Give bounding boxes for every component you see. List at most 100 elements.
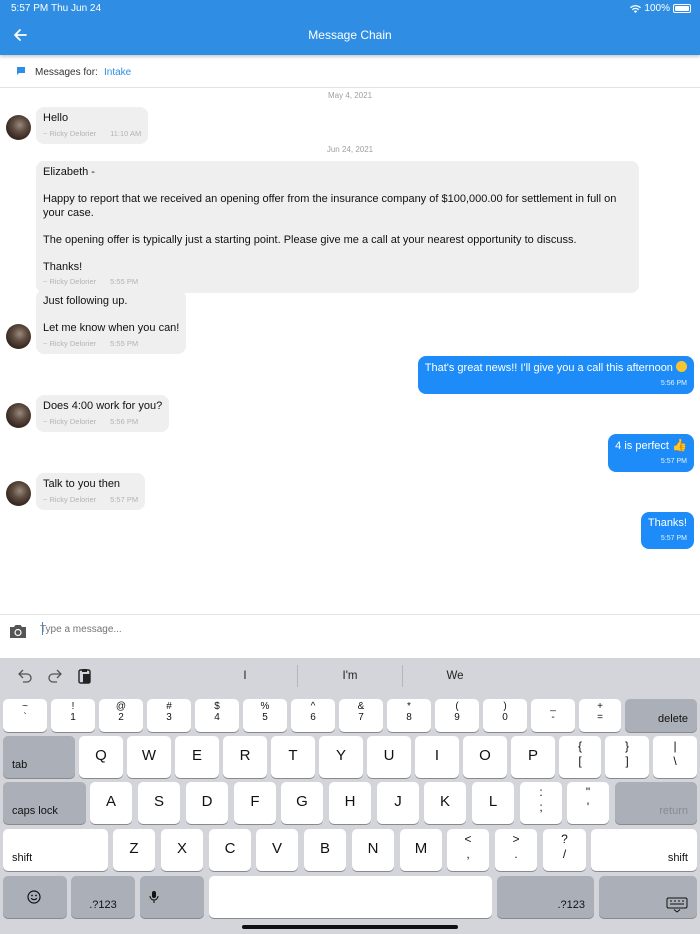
key-label: U [383, 747, 395, 764]
thumbs-up-emoji-icon: 👍 [672, 438, 687, 452]
key-top: ^ [310, 701, 316, 712]
message-text: 4 is perfect [615, 440, 669, 452]
key-u[interactable]: U [367, 736, 411, 778]
key-bracket-left[interactable]: {[ [559, 736, 601, 778]
key-top: ~ [22, 701, 28, 712]
key-bottom: 4 [214, 712, 220, 723]
key-label: Q [95, 747, 107, 764]
key-2[interactable]: @2 [99, 699, 143, 732]
message-composer [0, 614, 700, 658]
suggestion[interactable]: I'm [300, 670, 400, 682]
key-quote[interactable]: " ' [567, 782, 609, 824]
key-backslash[interactable]: | \ [653, 736, 697, 778]
key-tilde[interactable]: ~ ` [3, 699, 47, 732]
key-7[interactable]: & 7 [339, 699, 383, 732]
messages-for-value[interactable]: Intake [104, 67, 131, 78]
key-h[interactable]: H [329, 782, 371, 824]
message-time: 5:57 PM [660, 457, 687, 465]
shift-key-right[interactable]: shift [591, 829, 697, 871]
message-text: Talk to you then [43, 478, 121, 490]
key-o[interactable]: O [463, 736, 507, 778]
key-top: % [260, 701, 270, 712]
key-q[interactable]: Q [79, 736, 123, 778]
key-z[interactable]: Z [113, 829, 155, 871]
key-top: " [585, 785, 591, 799]
key-top: { [577, 739, 582, 753]
shift-key-left[interactable]: shift [3, 829, 108, 871]
key-f[interactable]: F [234, 782, 276, 824]
key-b[interactable]: B [304, 829, 346, 871]
page-title: Message Chain [308, 28, 392, 42]
key-v[interactable]: V [256, 829, 298, 871]
key-t[interactable]: T [271, 736, 315, 778]
key-d[interactable]: D [186, 782, 228, 824]
caps-lock-key[interactable]: caps lock [3, 782, 86, 824]
key-top: } [624, 739, 629, 753]
home-indicator [242, 925, 458, 929]
keyboard-dismiss-icon [666, 897, 688, 913]
space-key[interactable] [209, 876, 492, 918]
key-label: tab [12, 759, 28, 771]
key-i[interactable]: I [415, 736, 459, 778]
microphone-icon [149, 891, 159, 903]
key-1[interactable]: ! 1 [51, 699, 95, 732]
key-p[interactable]: P [511, 736, 555, 778]
key-k[interactable]: K [424, 782, 466, 824]
tab-key[interactable]: tab [3, 736, 75, 778]
emoji-key[interactable] [3, 876, 67, 918]
key-3[interactable]: #3 [147, 699, 191, 732]
message-input[interactable] [40, 620, 640, 638]
key-r[interactable]: R [223, 736, 267, 778]
key-c[interactable]: C [209, 829, 251, 871]
key-8[interactable]: * 8 [387, 699, 431, 732]
key-minus[interactable]: _ - [531, 699, 575, 732]
numbers-key-left[interactable]: .?123 [71, 876, 135, 918]
key-bottom: . [514, 847, 518, 861]
return-key[interactable]: return [615, 782, 697, 824]
key-equals[interactable]: + = [579, 699, 621, 732]
key-n[interactable]: N [352, 829, 394, 871]
message-bubble-incoming: Just following up. Let me know when you … [36, 290, 187, 354]
key-5[interactable]: % 5 [243, 699, 287, 732]
avatar [6, 324, 31, 349]
numbers-key-right[interactable]: .?123 [497, 876, 594, 918]
suggestion[interactable]: I [195, 670, 295, 682]
key-a[interactable]: A [90, 782, 132, 824]
undo-icon[interactable] [16, 668, 34, 684]
key-9[interactable]: (9 [435, 699, 479, 732]
key-g[interactable]: G [281, 782, 323, 824]
key-m[interactable]: M [400, 829, 442, 871]
key-comma[interactable]: <, [447, 829, 489, 871]
key-top: | [673, 739, 677, 753]
date-separator: May 4, 2021 [327, 91, 373, 100]
key-w[interactable]: W [127, 736, 171, 778]
key-6[interactable]: ^ 6 [291, 699, 335, 732]
key-4[interactable]: $4 [195, 699, 239, 732]
key-bottom: 9 [454, 712, 460, 723]
suggestion[interactable]: We [405, 670, 505, 682]
key-label: E [191, 747, 202, 764]
message-bubble-incoming: Does 4:00 work for you? ~ Ricky Delorier… [36, 395, 170, 432]
key-slash[interactable]: ? / [543, 829, 586, 871]
key-label: R [239, 747, 251, 764]
status-time: 5:57 PM [11, 3, 49, 14]
key-s[interactable]: S [138, 782, 180, 824]
key-bracket-right[interactable]: }] [605, 736, 649, 778]
paste-icon[interactable] [76, 668, 94, 684]
key-0[interactable]: ) 0 [483, 699, 527, 732]
camera-icon[interactable] [8, 622, 28, 640]
key-period[interactable]: >. [495, 829, 537, 871]
key-x[interactable]: X [161, 829, 203, 871]
dictation-key[interactable] [140, 876, 204, 918]
delete-key[interactable]: delete [625, 699, 697, 732]
message-bubble-incoming: Talk to you then ~ Ricky Delorier 5:57 PM [36, 473, 146, 510]
key-l[interactable]: L [472, 782, 514, 824]
key-semicolon[interactable]: :; [520, 782, 562, 824]
key-j[interactable]: J [377, 782, 419, 824]
hide-keyboard-key[interactable] [599, 876, 697, 918]
message-text: That's great news!! I'll give you a call… [424, 362, 673, 374]
key-e[interactable]: E [175, 736, 219, 778]
message-bubble-incoming: Hello ~ Ricky Delorier 11:10 AM [36, 107, 149, 144]
redo-icon[interactable] [46, 668, 64, 684]
key-y[interactable]: Y [319, 736, 363, 778]
